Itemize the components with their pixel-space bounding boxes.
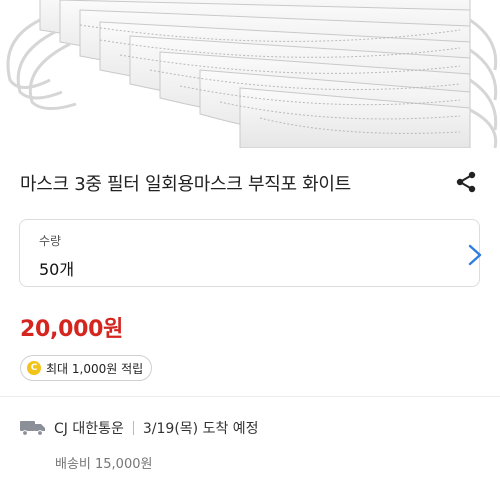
separator xyxy=(132,421,134,435)
title-row: 마스크 3중 필터 일회용마스크 부직포 화이트 xyxy=(0,160,500,204)
chevron-right-icon xyxy=(468,244,482,266)
carrier-name: CJ 대한통운 xyxy=(54,421,124,437)
product-image xyxy=(0,0,500,148)
mask-illustration xyxy=(0,0,500,148)
quantity-value: 50개 xyxy=(39,260,75,279)
truck-icon xyxy=(20,421,45,436)
points-text: 최대 1,000원 적립 xyxy=(46,361,144,376)
delivery-info: CJ 대한통운 3/19(목) 도착 예정 xyxy=(20,417,259,439)
shipping-fee: 배송비 15,000원 xyxy=(55,457,153,472)
quantity-selector[interactable]: 수량 50개 xyxy=(19,219,482,287)
product-title: 마스크 3중 필터 일회용마스크 부직포 화이트 xyxy=(20,174,351,195)
divider xyxy=(0,396,500,397)
points-badge: C 최대 1,000원 적립 xyxy=(20,355,153,381)
price: 20,000원 xyxy=(20,317,124,342)
delivery-eta: 3/19(목) 도착 예정 xyxy=(142,421,259,437)
share-icon xyxy=(456,171,476,193)
coin-icon: C xyxy=(27,361,41,375)
share-button[interactable] xyxy=(452,168,480,196)
quantity-label: 수량 xyxy=(39,234,62,248)
